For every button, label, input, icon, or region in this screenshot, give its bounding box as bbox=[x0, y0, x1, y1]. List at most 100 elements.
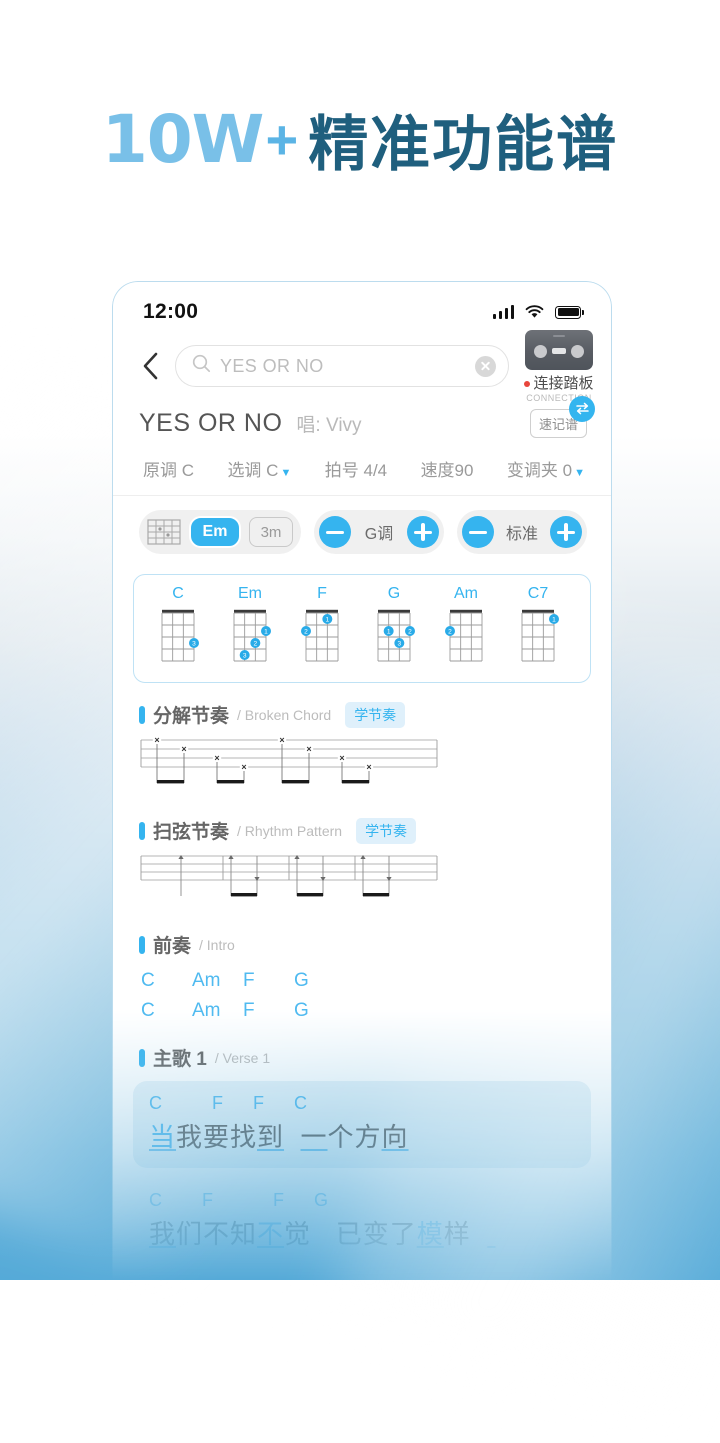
learn-rhythm-button[interactable]: 学节奏 bbox=[356, 817, 417, 844]
lyric-segment bbox=[471, 1219, 487, 1249]
status-time: 12:00 bbox=[143, 300, 199, 323]
chord-mode-3m[interactable]: 3m bbox=[249, 517, 293, 547]
svg-text:2: 2 bbox=[408, 629, 412, 636]
broken-chord-notation: × × × × × × × × bbox=[139, 735, 591, 799]
lyric-segment: 们不知 bbox=[176, 1219, 258, 1249]
chord-grid: 123 bbox=[233, 609, 271, 662]
clear-circle-icon[interactable] bbox=[475, 355, 496, 377]
lyric-segment: 我 bbox=[149, 1219, 177, 1249]
section-verse1: 主歌 1 / Verse 1 bbox=[113, 1022, 611, 1071]
minus-circle-icon[interactable] bbox=[319, 516, 351, 548]
learn-rhythm-button[interactable]: 学节奏 bbox=[345, 701, 406, 728]
meta-item-2: 拍号 4/4 bbox=[325, 456, 387, 481]
search-input[interactable]: YES OR NO bbox=[175, 345, 509, 387]
key-stepper: G调 bbox=[314, 510, 444, 554]
chord-label[interactable]: C bbox=[141, 1000, 192, 1022]
lyric-segment: 到 bbox=[257, 1122, 285, 1152]
chevron-down-icon: ▼ bbox=[574, 467, 585, 479]
svg-text:×: × bbox=[214, 753, 219, 763]
svg-text:×: × bbox=[366, 762, 371, 772]
chord-label[interactable]: F bbox=[243, 1000, 294, 1022]
plus-circle-icon[interactable] bbox=[407, 516, 439, 548]
status-dot bbox=[524, 380, 531, 387]
chord-diagram-panel: C 3 Em 1 2 3 F 1 2 G 1 2 3 Am 2 C7 1 bbox=[133, 574, 591, 683]
meta-item-1[interactable]: 选调 C ▼ bbox=[227, 456, 291, 481]
tuning-value: 标准 bbox=[505, 526, 538, 543]
wifi-icon bbox=[525, 305, 544, 319]
fretboard-grid-icon[interactable] bbox=[147, 519, 181, 545]
back-chevron-icon[interactable] bbox=[135, 349, 165, 383]
lyric-segment bbox=[311, 1219, 336, 1249]
chord-label[interactable]: G bbox=[294, 970, 345, 992]
chord-label[interactable]: G bbox=[294, 1000, 345, 1022]
lyric-segment: 已变了 bbox=[335, 1219, 417, 1249]
lyric-segment: 样 bbox=[443, 1219, 471, 1249]
lyrics-container: C F F C 当我要找到 一个方向 C F F G 我们不知不觉 已变了模样 bbox=[113, 1081, 611, 1265]
plus-circle-icon[interactable] bbox=[550, 516, 582, 548]
svg-text:2: 2 bbox=[448, 629, 452, 636]
chord-label[interactable]: Am bbox=[192, 970, 243, 992]
section-subtitle: / Intro bbox=[199, 936, 235, 953]
svg-text:1: 1 bbox=[325, 617, 329, 624]
svg-text:×: × bbox=[279, 736, 284, 745]
lyric-line-block[interactable]: C F F C 当我要找到 一个方向 bbox=[133, 1081, 591, 1168]
lyric-segment: 觉 bbox=[284, 1219, 312, 1249]
meta-label: 速度90 bbox=[420, 461, 474, 480]
phone-mockup: 12:00 YES OR NO 连接踏板 CONNECTION YES OR N… bbox=[112, 281, 612, 1291]
meta-item-3: 速度90 bbox=[421, 456, 474, 481]
battery-icon bbox=[555, 305, 584, 319]
page-headline: 10W+ 精准功能谱 bbox=[0, 96, 720, 183]
section-subtitle: / Verse 1 bbox=[214, 1049, 271, 1066]
svg-text:3: 3 bbox=[192, 641, 196, 648]
progression-line: C Am F G bbox=[141, 970, 585, 992]
search-icon bbox=[192, 354, 211, 378]
intro-progression: C Am F G C Am F G bbox=[113, 958, 611, 1022]
svg-text:1: 1 bbox=[264, 629, 268, 636]
chord-name: Am bbox=[454, 585, 478, 602]
svg-text:×: × bbox=[339, 753, 344, 763]
chord-mode-em[interactable]: Em bbox=[189, 516, 241, 548]
section-subtitle: / Rhythm Pattern bbox=[237, 822, 343, 839]
chord-diagram-Am[interactable]: Am 2 bbox=[430, 585, 502, 670]
lyric-chord-line: C F F C bbox=[149, 1093, 308, 1113]
lyric-line-block[interactable]: C F F G 我们不知不觉 已变了模样 bbox=[133, 1178, 591, 1265]
chord-diagram-C7[interactable]: C7 1 bbox=[502, 585, 574, 670]
progression-line: C Am F G bbox=[141, 1000, 585, 1022]
chord-grid: 12 bbox=[301, 609, 339, 662]
chord-name: G bbox=[387, 585, 401, 602]
chord-grid: 123 bbox=[377, 609, 415, 662]
pedal-connection-button[interactable]: 连接踏板 CONNECTION bbox=[523, 329, 595, 403]
chord-diagram-F[interactable]: F 12 bbox=[286, 585, 358, 670]
tuning-stepper: 标准 bbox=[457, 510, 587, 554]
section-rhythm-pattern: 扫弦节奏 / Rhythm Pattern 学节奏 bbox=[113, 799, 611, 911]
song-singer: 唱: Vivy bbox=[296, 414, 362, 436]
svg-text:1: 1 bbox=[387, 629, 391, 636]
section-marker bbox=[139, 1048, 145, 1067]
chord-label[interactable]: F bbox=[243, 970, 294, 992]
chord-grid: 2 bbox=[445, 609, 483, 662]
chord-diagram-Em[interactable]: Em 1 2 3 bbox=[214, 585, 286, 670]
section-title: 前奏 bbox=[153, 936, 192, 957]
meta-item-4[interactable]: 变调夹 0 ▼ bbox=[507, 456, 585, 481]
cellular-bars-icon bbox=[492, 305, 514, 319]
chord-diagram-C[interactable]: C3 bbox=[142, 585, 214, 670]
lyric-segment bbox=[284, 1122, 300, 1152]
search-row: YES OR NO 连接踏板 CONNECTION bbox=[113, 329, 611, 403]
minus-circle-icon[interactable] bbox=[462, 516, 494, 548]
section-marker bbox=[139, 935, 145, 954]
chord-name: F bbox=[317, 585, 327, 602]
lyric-text-line: 我们不知不觉 已变了模样 bbox=[149, 1214, 575, 1251]
chord-diagram-G[interactable]: G 1 23 bbox=[358, 585, 430, 670]
swap-vertical-icon[interactable] bbox=[569, 395, 595, 422]
meta-item-0: 原调 C bbox=[143, 456, 194, 481]
meta-label: 变调夹 0 bbox=[506, 461, 573, 480]
chord-name: C bbox=[172, 585, 184, 602]
svg-text:1: 1 bbox=[552, 617, 556, 624]
lyric-segment: 向 bbox=[381, 1122, 409, 1152]
chevron-down-icon: ▼ bbox=[280, 467, 292, 479]
chord-label[interactable]: Am bbox=[192, 1000, 243, 1022]
song-meta-row: 原调 C 选调 C ▼ 拍号 4/4 速度90 变调夹 0 ▼ bbox=[113, 444, 611, 496]
lyric-segment: 当 bbox=[149, 1122, 177, 1152]
chord-label[interactable]: C bbox=[141, 970, 192, 992]
section-marker bbox=[139, 821, 145, 840]
